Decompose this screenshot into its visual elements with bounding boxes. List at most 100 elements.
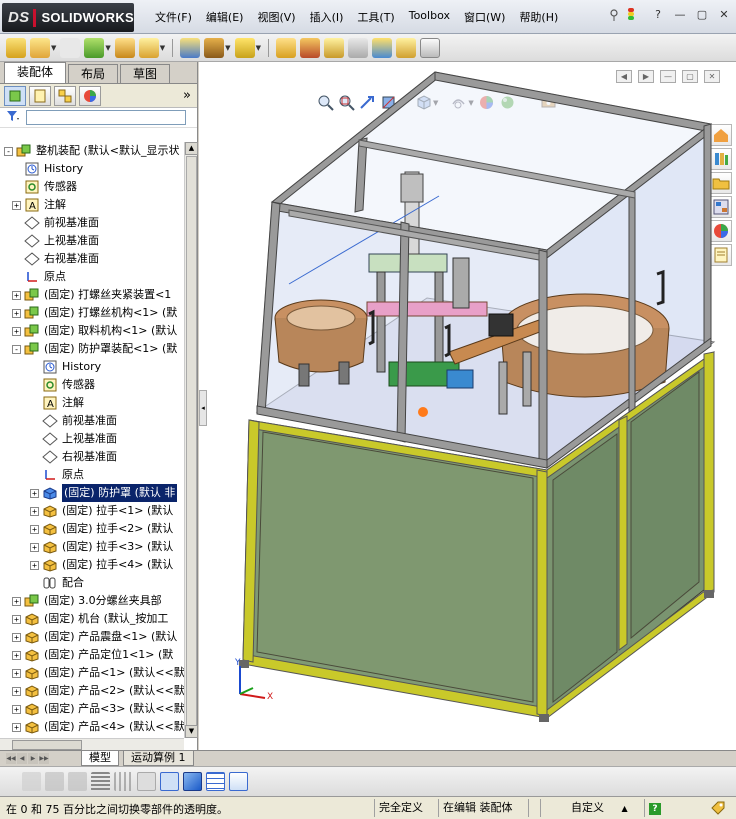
- interference-icon[interactable]: [347, 37, 368, 58]
- chevron-down-icon[interactable]: ▼: [105, 44, 110, 52]
- move-component-icon[interactable]: [138, 37, 159, 58]
- prev-tab-arrow[interactable]: ◀: [17, 753, 27, 764]
- tab-sketch[interactable]: 草图: [120, 64, 171, 83]
- tree-item[interactable]: 传感器: [0, 376, 184, 394]
- scroll-up-arrow[interactable]: ▲: [185, 142, 198, 155]
- restore-button[interactable]: ▢: [694, 8, 710, 22]
- tree-item[interactable]: + (固定) 拉手<2> (默认: [0, 520, 184, 538]
- tab-motion-study[interactable]: 运动算例 1: [123, 751, 194, 766]
- tree-item[interactable]: + (固定) 机台 (默认_按加工: [0, 610, 184, 628]
- expand-icon[interactable]: +: [12, 669, 21, 678]
- expand-icon[interactable]: +: [12, 651, 21, 660]
- machine-assembly-model[interactable]: [199, 62, 736, 750]
- collapse-icon[interactable]: -: [12, 345, 21, 354]
- units-selector[interactable]: 自定义 ▲: [540, 799, 640, 817]
- expand-icon[interactable]: +: [12, 327, 21, 336]
- tree-item[interactable]: + (固定) 产品<1> (默认<<默: [0, 664, 184, 682]
- expand-icon[interactable]: +: [12, 597, 21, 606]
- feature-tree-icon[interactable]: [4, 85, 26, 106]
- bom-icon[interactable]: [323, 37, 344, 58]
- expand-icon[interactable]: +: [12, 687, 21, 696]
- dimension-icon[interactable]: [137, 772, 156, 791]
- minimize-button[interactable]: —: [672, 8, 688, 22]
- open-folder-icon[interactable]: [30, 37, 50, 58]
- tree-item[interactable]: 配合: [0, 574, 184, 592]
- tree-item[interactable]: History: [0, 160, 184, 178]
- status-help[interactable]: ?: [644, 799, 680, 817]
- table-view-icon[interactable]: [114, 772, 133, 791]
- menu-file[interactable]: 文件(F): [148, 9, 199, 25]
- assembly-features-icon[interactable]: [299, 37, 320, 58]
- reference-geometry-icon[interactable]: [234, 37, 255, 58]
- pushpin-icon[interactable]: [606, 8, 622, 22]
- tree-item[interactable]: + (固定) 打螺丝机构<1> (默: [0, 304, 184, 322]
- tree-item[interactable]: + (固定) 产品<4> (默认<<默: [0, 718, 184, 736]
- menu-insert[interactable]: 插入(I): [303, 9, 351, 25]
- tree-item[interactable]: - 整机装配 (默认<默认_显示状: [0, 142, 184, 160]
- tree-item[interactable]: + (固定) 拉手<4> (默认: [0, 556, 184, 574]
- help-button[interactable]: ?: [650, 8, 666, 22]
- tree-item[interactable]: + A 注解: [0, 196, 184, 214]
- tag-icon[interactable]: [710, 800, 726, 819]
- tree-vertical-scrollbar[interactable]: ▲ ▼: [184, 142, 198, 738]
- tree-item[interactable]: 右视基准面: [0, 250, 184, 268]
- tree-item[interactable]: 前视基准面: [0, 214, 184, 232]
- property-manager-icon[interactable]: [29, 85, 51, 106]
- display-manager-icon[interactable]: [79, 85, 101, 106]
- menu-edit[interactable]: 编辑(E): [199, 9, 251, 25]
- tab-layout[interactable]: 布局: [68, 64, 119, 83]
- expand-icon[interactable]: +: [12, 723, 21, 732]
- configuration-manager-icon[interactable]: [54, 85, 76, 106]
- filter-icon[interactable]: [6, 110, 20, 125]
- tree-item[interactable]: History: [0, 358, 184, 376]
- tab-assembly[interactable]: 装配体: [4, 62, 67, 83]
- smart-fasteners-icon[interactable]: [180, 37, 201, 58]
- graphics-area[interactable]: ▼ ▼ ◀ ▶ — ▢ ✕ ◂: [199, 62, 736, 750]
- insert-component-icon[interactable]: [84, 37, 105, 58]
- next-tab-arrow[interactable]: ▶: [28, 753, 38, 764]
- tree-item[interactable]: + (固定) 产品震盘<1> (默认: [0, 628, 184, 646]
- tree-item[interactable]: - (固定) 防护罩装配<1> (默: [0, 340, 184, 358]
- tree-item[interactable]: 传感器: [0, 178, 184, 196]
- expand-icon[interactable]: +: [30, 525, 39, 534]
- measure-icon[interactable]: [371, 37, 392, 58]
- tree-item[interactable]: 原点: [0, 268, 184, 286]
- chevron-down-icon[interactable]: ▼: [51, 44, 56, 52]
- expand-icon[interactable]: +: [12, 705, 21, 714]
- linear-pattern-icon[interactable]: [204, 37, 225, 58]
- rebuild-icon[interactable]: [419, 37, 440, 58]
- hide-show-icon[interactable]: [22, 772, 41, 791]
- tree-item[interactable]: 上视基准面: [0, 232, 184, 250]
- expand-icon[interactable]: +: [12, 615, 21, 624]
- tree-item[interactable]: 前视基准面: [0, 412, 184, 430]
- tree-item[interactable]: + (固定) 3.0分螺丝夹具部: [0, 592, 184, 610]
- save-view-icon[interactable]: [229, 772, 248, 791]
- tree-item[interactable]: 原点: [0, 466, 184, 484]
- shaded-view-icon[interactable]: [183, 772, 202, 791]
- solidworks-logo[interactable]: DS SOLIDWORKS: [2, 3, 134, 32]
- tree-item[interactable]: + (固定) 产品<3> (默认<<默: [0, 700, 184, 718]
- change-transparency-icon[interactable]: [68, 772, 87, 791]
- expand-icon[interactable]: +: [12, 633, 21, 642]
- tree-item[interactable]: + (固定) 产品<2> (默认<<默: [0, 682, 184, 700]
- expand-icon[interactable]: +: [30, 507, 39, 516]
- tree-item[interactable]: + (固定) 拉手<1> (默认: [0, 502, 184, 520]
- tree-item[interactable]: A 注解: [0, 394, 184, 412]
- more-tabs-button[interactable]: »: [183, 88, 191, 103]
- expand-icon[interactable]: +: [12, 201, 21, 210]
- menu-toolbox[interactable]: Toolbox: [402, 9, 457, 25]
- mass-properties-icon[interactable]: [395, 37, 416, 58]
- expand-icon[interactable]: +: [30, 543, 39, 552]
- scroll-down-arrow[interactable]: ▼: [185, 725, 198, 738]
- tab-model[interactable]: 模型: [81, 751, 119, 766]
- filter-input[interactable]: [26, 110, 186, 125]
- tree-item[interactable]: 右视基准面: [0, 448, 184, 466]
- menu-help[interactable]: 帮助(H): [512, 9, 565, 25]
- chevron-down-icon[interactable]: ▼: [225, 44, 230, 52]
- component-display-icon[interactable]: [45, 772, 64, 791]
- hscroll-thumb[interactable]: [12, 740, 82, 750]
- explode-view-icon[interactable]: [275, 37, 296, 58]
- tree-item[interactable]: + (固定) 打螺丝夹紧装置<1: [0, 286, 184, 304]
- scroll-thumb[interactable]: [186, 156, 197, 736]
- grid-view-icon[interactable]: [206, 772, 225, 791]
